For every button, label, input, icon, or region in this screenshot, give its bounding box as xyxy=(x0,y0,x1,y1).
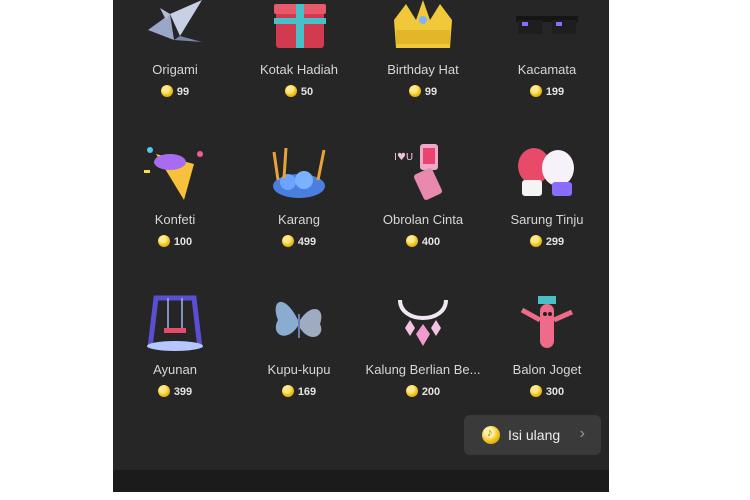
gift-price: 200 xyxy=(361,385,485,398)
coin-icon xyxy=(281,385,294,397)
gift-price: 399 xyxy=(113,385,237,398)
gift-item-kotak-hadiah[interactable]: Kotak Hadiah 50 xyxy=(237,0,361,116)
gift-item-balon-joget[interactable]: Balon Joget 300 xyxy=(485,276,609,416)
gift-name: Kalung Berlian Be... xyxy=(365,362,481,377)
gift-name: Kupu-kupu xyxy=(267,362,331,377)
coin-icon xyxy=(482,426,500,444)
coin-icon xyxy=(405,235,418,247)
bottom-strip xyxy=(113,470,609,492)
chevron-right-icon: › xyxy=(579,425,585,442)
swing-icon xyxy=(147,295,203,351)
boxing-gloves-icon xyxy=(518,148,574,196)
gift-item-obrolan-cinta[interactable]: I♥U Obrolan Cinta 400 xyxy=(361,126,485,266)
refill-label: Isi ulang xyxy=(508,427,561,443)
gift-item-sarung-tinju[interactable]: Sarung Tinju 299 xyxy=(485,126,609,266)
diamond-necklace-icon xyxy=(398,299,448,346)
gift-item-konfeti[interactable]: Konfeti 100 xyxy=(113,126,237,266)
gift-name: Kotak Hadiah xyxy=(259,62,339,77)
gift-item-origami[interactable]: Origami 99 xyxy=(113,0,237,116)
coral-icon xyxy=(272,147,326,198)
coin-icon xyxy=(281,235,294,247)
coin-icon xyxy=(160,85,173,97)
gift-name: Karang xyxy=(278,212,320,227)
gift-price: 299 xyxy=(485,235,609,248)
gift-price: 300 xyxy=(485,385,609,398)
coin-icon xyxy=(529,235,542,247)
coin-icon xyxy=(157,235,170,247)
gift-item-kalung-berlian[interactable]: Kalung Berlian Be... 200 xyxy=(361,276,485,416)
confetti-popper-icon xyxy=(144,147,203,200)
coin-icon xyxy=(405,385,418,397)
gift-name: Obrolan Cinta xyxy=(382,212,464,227)
gift-price: 50 xyxy=(237,85,361,98)
gift-item-ayunan[interactable]: Ayunan 399 xyxy=(113,276,237,416)
refill-button[interactable]: Isi ulang › xyxy=(464,415,601,455)
gift-name: Balon Joget xyxy=(512,362,582,377)
gift-name: Konfeti xyxy=(154,212,196,227)
gift-price: 199 xyxy=(485,85,609,98)
coin-icon xyxy=(408,85,421,97)
gift-price: 400 xyxy=(361,235,485,248)
origami-crane-icon xyxy=(148,0,202,42)
gift-name: Birthday Hat xyxy=(387,62,459,77)
gift-panel: Origami 99 Kotak Hadiah 50 Birthday Hat … xyxy=(113,0,609,470)
gift-price: 169 xyxy=(237,385,361,398)
gift-item-karang[interactable]: Karang 499 xyxy=(237,126,361,266)
coin-icon xyxy=(529,385,542,397)
gift-name: Ayunan xyxy=(153,362,197,377)
gift-price: 99 xyxy=(361,85,485,98)
coin-icon xyxy=(529,85,542,97)
gift-name: Kacamata xyxy=(517,62,577,77)
gift-item-kupu-kupu[interactable]: Kupu-kupu 169 xyxy=(237,276,361,416)
birthday-crown-icon xyxy=(394,0,452,48)
pixel-sunglasses-icon xyxy=(516,16,578,34)
gift-item-kacamata[interactable]: Kacamata 199 xyxy=(485,0,609,116)
love-flip-phone-icon: I♥U xyxy=(394,144,442,200)
dancing-balloon-icon xyxy=(520,296,574,348)
gift-item-birthday-hat[interactable]: Birthday Hat 99 xyxy=(361,0,485,116)
gift-name: Sarung Tinju xyxy=(510,212,584,227)
butterfly-icon xyxy=(275,301,322,338)
coin-icon xyxy=(284,85,297,97)
svg-text:I♥U: I♥U xyxy=(394,152,413,163)
gift-box-icon xyxy=(274,4,326,48)
gift-price: 499 xyxy=(237,235,361,248)
gift-name: Origami xyxy=(152,62,198,77)
gift-price: 100 xyxy=(113,235,237,248)
gift-price: 99 xyxy=(113,85,237,98)
coin-icon xyxy=(157,385,170,397)
